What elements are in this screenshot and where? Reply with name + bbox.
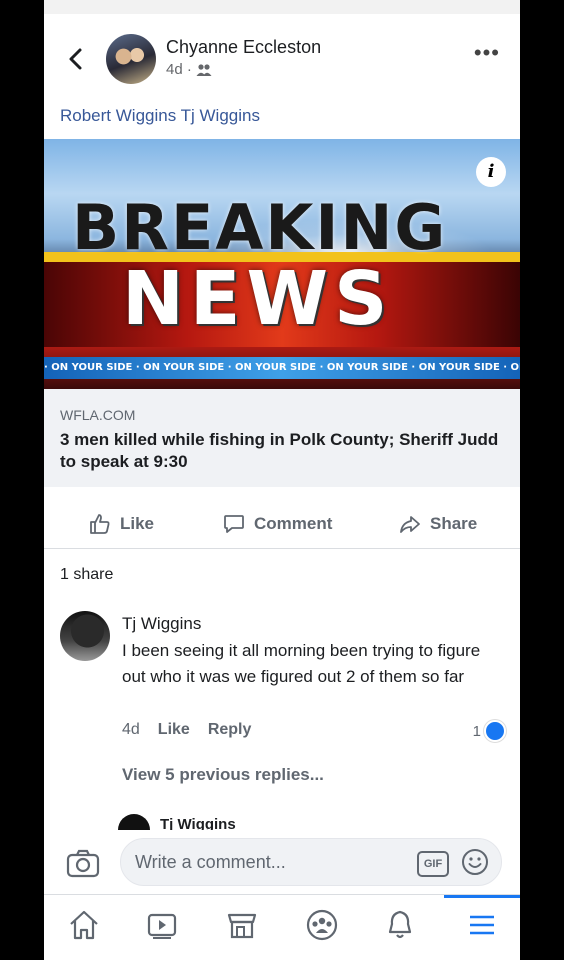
gif-button[interactable]: GIF <box>417 851 449 877</box>
camera-icon[interactable] <box>66 848 100 878</box>
like-reaction-icon <box>484 720 506 742</box>
like-label: Like <box>120 514 155 533</box>
bottom-navigation <box>44 894 520 960</box>
link-preview[interactable]: WFLA.COM 3 men killed while fishing in P… <box>44 389 520 487</box>
post-time: 4d · <box>166 61 192 78</box>
comment-meta: 4d Like Reply <box>122 721 251 739</box>
comment-author[interactable]: Tj Wiggins <box>122 614 201 634</box>
post-meta: 4d · <box>166 61 212 78</box>
like-icon <box>90 514 110 534</box>
comment-placeholder: Write a comment... <box>135 852 286 872</box>
view-previous-replies[interactable]: View 5 previous replies... <box>122 765 324 785</box>
share-label: Share <box>430 514 478 533</box>
info-icon[interactable]: i <box>476 157 506 187</box>
post-actions: Like Comment Share <box>44 500 520 549</box>
status-bar <box>44 0 520 14</box>
comment-reactions[interactable]: 1 <box>473 720 506 742</box>
comment-input[interactable]: Write a comment... GIF <box>120 838 502 886</box>
comment-time: 4d <box>122 721 140 738</box>
menu-icon[interactable] <box>464 907 500 943</box>
post-author-name[interactable]: Chyanne Eccleston <box>166 37 321 58</box>
active-tab-indicator <box>444 895 520 898</box>
comment-composer: Write a comment... GIF <box>44 830 520 894</box>
comment-icon <box>224 515 244 533</box>
comment-text: I been seeing it all morning been trying… <box>122 641 481 686</box>
share-icon <box>400 516 420 533</box>
emoji-icon[interactable] <box>461 848 489 876</box>
home-icon[interactable] <box>66 907 102 943</box>
ticker-bar: · ON YOUR SIDE · ON YOUR SIDE · ON YOUR … <box>44 357 520 379</box>
reaction-count: 1 <box>472 722 481 740</box>
share-count[interactable]: 1 share <box>60 566 113 584</box>
like-button[interactable]: Like <box>88 512 154 536</box>
breaking-news-image[interactable]: BREAKING NEWS · ON YOUR SIDE · ON YOUR S… <box>44 139 520 389</box>
facebook-post-screen: Chyanne Eccleston 4d · ••• Robert Wiggin… <box>44 0 520 960</box>
more-icon[interactable]: ••• <box>474 42 500 64</box>
headline-news: NEWS <box>122 256 394 342</box>
comment-label: Comment <box>254 514 333 533</box>
groups-icon[interactable] <box>304 907 340 943</box>
commenter-avatar[interactable] <box>60 611 110 661</box>
back-arrow-icon[interactable] <box>62 44 92 74</box>
author-avatar[interactable] <box>106 34 156 84</box>
comment-like-button[interactable]: Like <box>158 721 190 739</box>
headline-breaking: BREAKING <box>72 191 448 264</box>
comment-reply-button[interactable]: Reply <box>208 721 252 739</box>
share-button[interactable]: Share <box>398 512 477 536</box>
friends-icon <box>196 63 212 76</box>
link-domain: WFLA.COM <box>60 407 136 423</box>
link-title: 3 men killed while fishing in Polk Count… <box>60 430 499 471</box>
watch-icon[interactable] <box>144 907 180 943</box>
notifications-icon[interactable] <box>382 907 418 943</box>
marketplace-icon[interactable] <box>224 907 260 943</box>
tagged-people[interactable]: Robert Wiggins Tj Wiggins <box>60 106 260 126</box>
comment-button[interactable]: Comment <box>222 512 332 536</box>
